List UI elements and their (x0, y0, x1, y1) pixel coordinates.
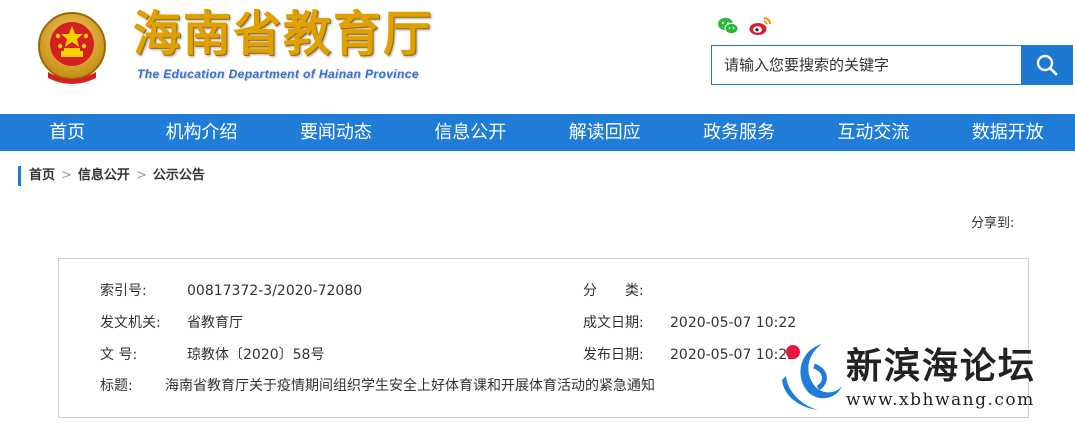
watermark-name: 新滨海论坛 (846, 345, 1037, 387)
nav-item-news[interactable]: 要闻动态 (269, 114, 403, 151)
written-date-label: 成文日期: (583, 315, 644, 331)
weibo-icon[interactable] (748, 14, 772, 38)
doc-number-label: 文 号: (100, 347, 138, 363)
watermark-url: www.xbhwang.com (846, 390, 1035, 410)
category-label: 分 类: (583, 283, 644, 299)
search-button[interactable] (1021, 46, 1072, 84)
breadcrumb-home[interactable]: 首页 (29, 166, 55, 186)
index-label: 索引号: (100, 283, 147, 299)
main-nav: 首页 机构介绍 要闻动态 信息公开 解读回应 政务服务 互动交流 数据开放 (0, 114, 1075, 151)
search-input[interactable] (712, 46, 1021, 84)
watermark-logo (782, 344, 842, 410)
nav-item-services[interactable]: 政务服务 (672, 114, 806, 151)
issuer-label: 发文机关: (100, 315, 161, 331)
breadcrumb-separator: > (135, 168, 147, 183)
site-header: 海南省教育厅 The Education Department of Haina… (0, 0, 1075, 114)
social-links (716, 14, 772, 38)
national-emblem-logo (38, 12, 106, 84)
breadcrumb-announcements[interactable]: 公示公告 (153, 166, 205, 186)
issuer-value: 省教育厅 (187, 315, 243, 331)
wechat-icon[interactable] (716, 14, 740, 38)
nav-item-organization[interactable]: 机构介绍 (134, 114, 268, 151)
nav-item-open-data[interactable]: 数据开放 (941, 114, 1075, 151)
nav-item-interpretation[interactable]: 解读回应 (538, 114, 672, 151)
breadcrumb-separator: > (61, 168, 72, 183)
written-date-value: 2020-05-07 10:22 (670, 315, 797, 331)
publish-date-label: 发布日期: (583, 347, 644, 363)
nav-item-interaction[interactable]: 互动交流 (806, 114, 940, 151)
nav-item-info-disclosure[interactable]: 信息公开 (403, 114, 537, 151)
title-value: 海南省教育厅关于疫情期间组织学生安全上好体育课和开展体育活动的紧急通知 (165, 378, 655, 394)
breadcrumb-info-disclosure[interactable]: 信息公开 (78, 166, 130, 186)
site-subtitle: The Education Department of Hainan Provi… (137, 67, 419, 81)
nav-item-home[interactable]: 首页 (0, 114, 134, 151)
site-title: 海南省教育厅 (133, 6, 434, 62)
search-icon (1036, 54, 1057, 76)
doc-number-value: 琼教体〔2020〕58号 (187, 347, 325, 363)
breadcrumb: 首页 > 信息公开 > 公示公告 (18, 166, 205, 186)
title-label: 标题: (100, 378, 133, 394)
search-bar (711, 45, 1073, 85)
index-value: 00817372-3/2020-72080 (187, 283, 363, 299)
share-label[interactable]: 分享到: (971, 212, 1014, 231)
